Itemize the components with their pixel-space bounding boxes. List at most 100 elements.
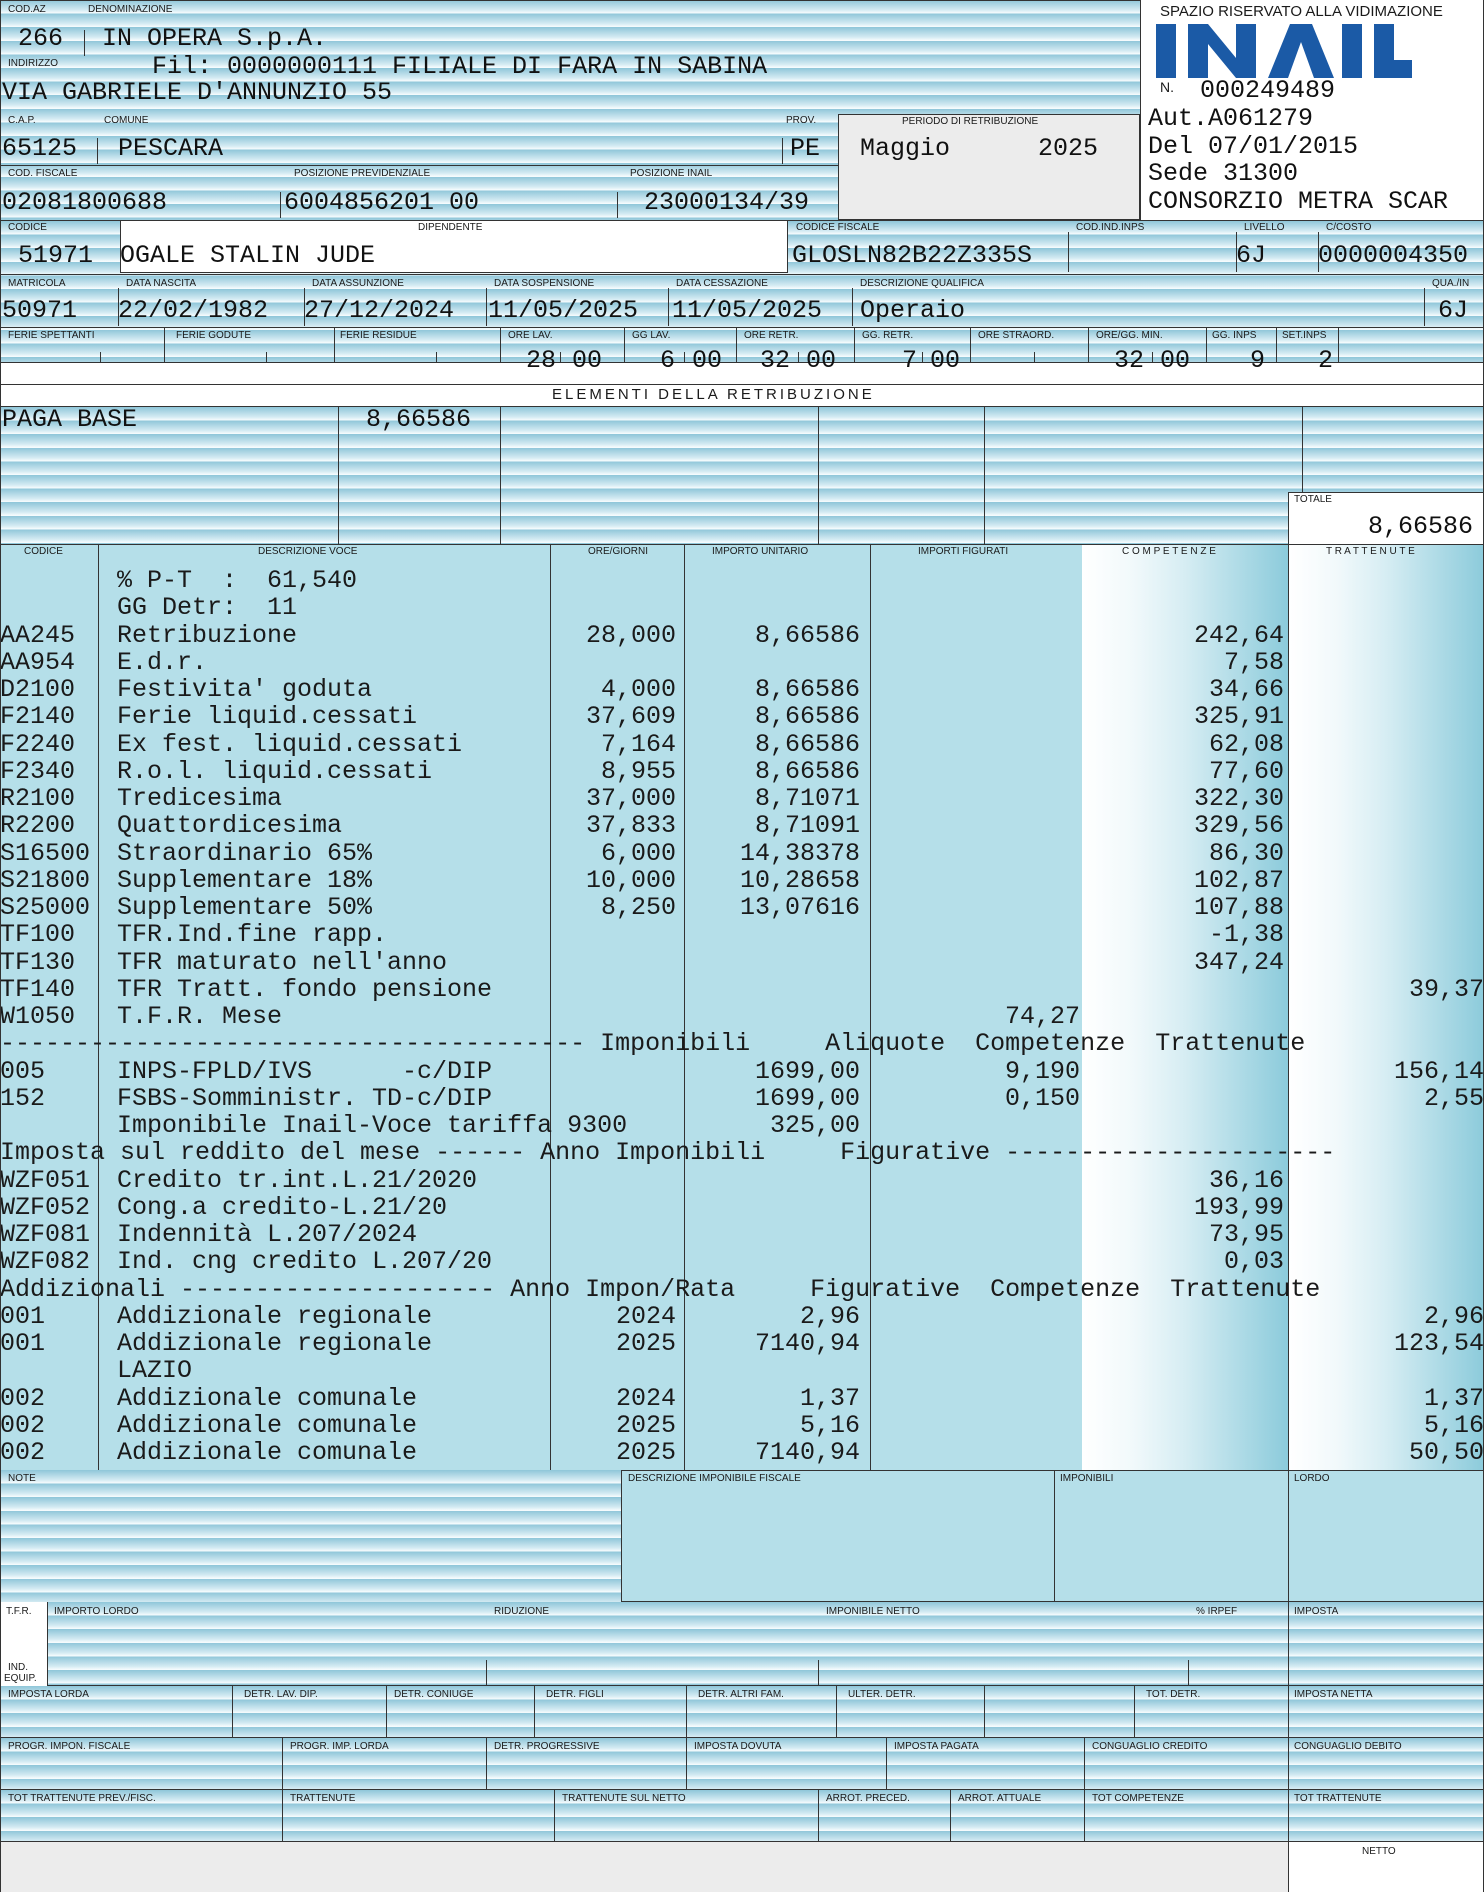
divider [1084,1790,1085,1842]
label-ore-retr: ORE RETR. [744,330,799,341]
voce-competenze: 0,03 [1223,1247,1284,1277]
inail-logo [1156,24,1412,78]
label-riduzione: RIDUZIONE [494,1606,549,1617]
voce-row: AA954 E.d.r. 7,58 [0,649,1484,676]
voce-code: S16500 [0,838,91,868]
label-desc-imponibile: DESCRIZIONE IMPONIBILE FISCALE [628,1473,801,1484]
divider [386,1686,387,1738]
col-trattenute: T R A T T E N U T E [1326,546,1415,557]
voce-row: WZF081 Indennità L.207/2024 73,95 [0,1221,1484,1248]
divider [0,327,1484,328]
label-detr-lav-dip: DETR. LAV. DIP. [244,1689,318,1700]
col-importi-figurati: IMPORTI FIGURATI [918,546,1009,557]
col-ore-giorni: ORE/GIORNI [588,546,649,557]
gg-lav-dec: 00 [692,346,723,375]
voce-importo-unitario: 1699,00 [754,1083,860,1113]
voce-row: --------------------------------------- … [0,1030,1484,1057]
voce-trattenute: 5,16 [1423,1410,1484,1440]
company-name: IN OPERA S.p.A. [102,24,328,53]
divider [686,1686,687,1738]
voce-description: Ferie liquid.cessati [117,702,418,732]
label-imposta-dovuta: IMPOSTA DOVUTA [694,1741,782,1752]
gg-retr: 7 [902,346,918,375]
voce-row: WZF082 Ind. cng credito L.207/20 0,03 [0,1248,1484,1275]
data-nascita: 22/02/1982 [118,296,269,325]
voce-competenze: 102,87 [1193,865,1284,895]
label-imponibili: IMPONIBILI [1060,1473,1114,1484]
voce-importo-unitario: 10,28658 [739,865,860,895]
divider [1288,1738,1289,1790]
divider [1302,407,1303,492]
label-ore-gg-min: ORE/GG. MIN. [1096,330,1163,341]
voce-row: F2140 Ferie liquid.cessati 37,609 8,66586 32… [0,703,1484,730]
label-pos-inail: POSIZIONE INAIL [630,168,713,179]
label-ferie-godute: FERIE GODUTE [176,330,252,341]
divider [686,1738,687,1790]
label-netto: NETTO [1362,1846,1396,1857]
divider [1206,328,1207,362]
vidimazione-title: SPAZIO RISERVATO ALLA VIDIMAZIONE [1160,3,1443,20]
label-ferie-spettanti: FERIE SPETTANTI [8,330,95,341]
col-codice: CODICE [24,546,63,557]
divider [1288,1602,1289,1686]
label-detr-coniuge: DETR. CONIUGE [394,1689,474,1700]
label-dipendente: DIPENDENTE [418,222,483,233]
voce-row: 002 Addizionale comunale 2024 1,37 1,37 [0,1385,1484,1412]
divider [1288,1790,1289,1842]
voce-competenze: 329,56 [1193,811,1284,841]
voce-importo-unitario: 8,66586 [754,756,860,786]
voce-trattenute: 2,96 [1423,1301,1484,1331]
voce-code: 002 [0,1383,46,1413]
voce-importo-unitario: 7140,94 [754,1329,860,1358]
voce-figurative: 0,150 [1004,1083,1080,1113]
footer-tfr-block [0,1602,1484,1686]
label-qualifica: DESCRIZIONE QUALIFICA [860,278,984,289]
divider [736,328,737,362]
label-periodo: PERIODO DI RETRIBUZIONE [902,116,1039,127]
voce-description: Festivita' goduta [117,675,373,704]
voce-row: WZF052 Cong.a credito-L.21/20 193,99 [0,1194,1484,1221]
voce-figurative: 74,27 [1004,1002,1080,1031]
voce-importo-unitario: 8,66586 [754,702,860,732]
elementi-block [0,407,1484,545]
footer-row5 [0,1790,1484,1842]
divider [486,1660,487,1686]
divider [100,352,101,362]
col-competenze: C O M P E T E N Z E [1122,546,1216,557]
data-cessazione: 11/05/2025 [672,296,823,325]
label-denominazione: DENOMINAZIONE [88,4,173,15]
divider [534,1686,535,1738]
elementi-title: ELEMENTI DELLA RETRIBUZIONE [552,386,875,403]
divider [624,328,625,362]
gg-inps: 9 [1250,346,1266,375]
voce-row: % P-T : 61,540 [0,567,1484,594]
label-codaz: COD.AZ [8,4,46,15]
voce-code: F2240 [0,729,76,759]
employee-name: OGALE STALIN JUDE [120,241,376,270]
label-assunzione: DATA ASSUNZIONE [312,278,404,289]
label-indirizzo: INDIRIZZO [8,58,58,69]
voce-code: S21800 [0,865,91,895]
voce-code: TF100 [0,920,76,950]
vidimazione-del: Del 07/01/2015 [1148,132,1359,161]
voce-importo-unitario: 8,66586 [754,675,860,704]
divider [1084,1738,1085,1790]
voce-competenze: 86,30 [1208,838,1284,868]
voce-importo-unitario: 8,66586 [754,620,860,650]
voce-code: 001 [0,1301,46,1331]
voce-code: R2100 [0,784,76,813]
divider [1424,288,1425,326]
voce-competenze: 36,16 [1208,1165,1284,1195]
voce-row: D2100 Festivita' goduta 4,000 8,66586 34,66 [0,676,1484,703]
divider [1288,1470,1289,1602]
voce-description: TFR maturato nell'anno [117,947,448,977]
divider [798,352,799,362]
divider [334,328,335,362]
divider [1068,232,1069,272]
voce-description: Credito tr.int.L.21/2020 [117,1165,478,1195]
company-address: VIA GABRIELE D'ANNUNZIO 55 [2,78,393,107]
voce-description: FSBS-Somministr. TD-c/DIP [117,1083,493,1113]
divider [84,30,85,56]
voce-row: S16500 Straordinario 65% 6,000 14,38378 86,3… [0,840,1484,867]
voce-competenze: 7,58 [1223,647,1284,677]
